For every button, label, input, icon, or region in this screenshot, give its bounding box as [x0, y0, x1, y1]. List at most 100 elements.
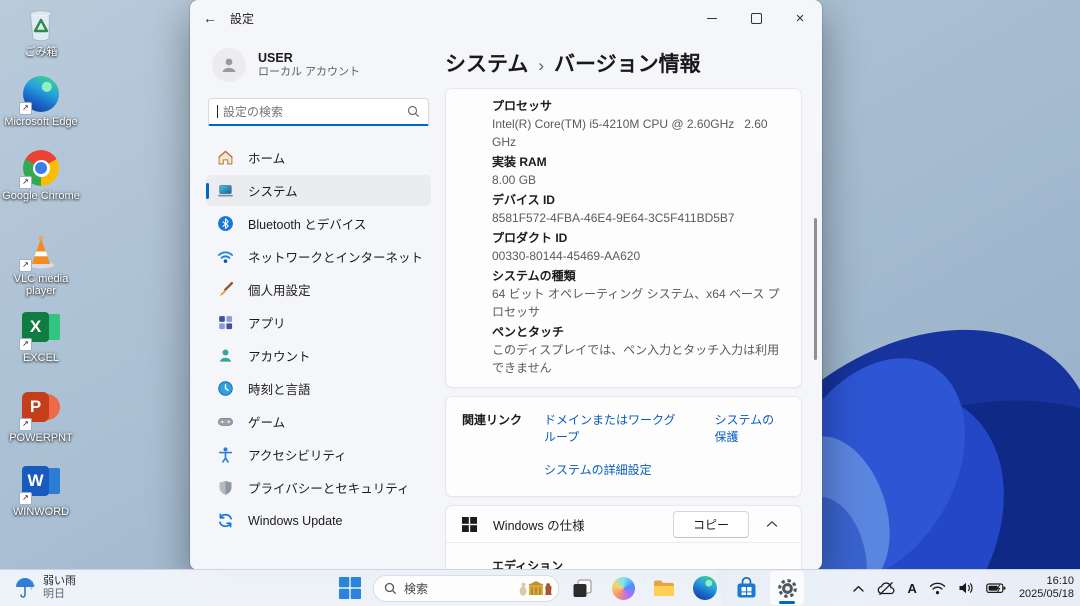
related-links-card: 関連リンク ドメインまたはワークグループ システムの保護 システムの詳細設定 — [445, 396, 802, 497]
breadcrumb-separator-icon: › — [538, 56, 544, 76]
spec-label: システムの種類 — [492, 267, 785, 285]
shortcut-arrow-icon — [19, 259, 32, 272]
settings-search-input[interactable] — [221, 104, 407, 120]
user-account-type: ローカル アカウント — [258, 66, 360, 79]
sidebar-item-label: Windows Update — [248, 514, 343, 528]
spec-row: プロダクト ID00330-80144-45469-AA620 — [492, 229, 785, 265]
desktop-icon-edge[interactable]: Microsoft Edge — [2, 76, 80, 128]
sidebar-item-time-language[interactable]: 時刻と言語 — [206, 373, 431, 404]
volume-button[interactable] — [955, 573, 977, 603]
sidebar-item-system[interactable]: システム — [206, 175, 431, 206]
settings-content: システム › バージョン情報 プロセッサIntel(R) Core(TM) i5… — [443, 36, 822, 570]
taskbar-search-box[interactable]: 検索 — [373, 575, 559, 602]
gear-icon — [776, 577, 799, 600]
collapse-button[interactable] — [757, 511, 787, 538]
spec-value: 8581F572-4FBA-46E4-9E64-3C5F411BD5B7 — [492, 209, 785, 227]
copilot-icon — [612, 577, 635, 600]
recycle-bin-icon — [21, 6, 61, 44]
desktop-icon-word[interactable]: W WINWORD — [2, 464, 80, 518]
sidebar-item-network-internet[interactable]: ネットワークとインターネット — [206, 241, 431, 272]
shortcut-arrow-icon — [19, 418, 32, 431]
vlc-icon — [21, 233, 61, 271]
excel-icon: X — [21, 312, 61, 350]
copilot-button[interactable] — [605, 570, 641, 606]
scrollbar-thumb[interactable] — [814, 218, 817, 360]
minimize-button[interactable] — [690, 0, 734, 36]
spec-label: 実装 RAM — [492, 153, 785, 171]
sidebar-item-accounts[interactable]: アカウント — [206, 340, 431, 371]
spec-row: 実装 RAM8.00 GB — [492, 153, 785, 189]
tray-overflow-button[interactable] — [849, 573, 868, 603]
battery-button[interactable] — [983, 573, 1009, 603]
chrome-icon — [21, 150, 61, 188]
desktop-icon-vlc[interactable]: VLC media player — [2, 233, 80, 297]
desktop-icon-recycle-bin[interactable]: ごみ箱 — [2, 6, 80, 58]
windows-start-icon — [339, 577, 361, 599]
sidebar-item-label: アクセシビリティ — [248, 445, 347, 464]
desktop-icon-excel[interactable]: X EXCEL — [2, 310, 80, 364]
clock[interactable]: 16:10 2025/05/18 — [1019, 575, 1074, 601]
search-icon — [407, 105, 420, 118]
link-domain-or-workgroup[interactable]: ドメインまたはワークグループ — [544, 411, 685, 445]
text-caret — [217, 105, 218, 118]
word-icon: W — [21, 466, 61, 504]
wifi-icon — [929, 582, 946, 595]
maximize-button[interactable] — [734, 0, 778, 36]
search-icon — [384, 582, 397, 595]
file-explorer-button[interactable] — [646, 570, 682, 606]
edge-button[interactable] — [687, 570, 723, 606]
back-button[interactable]: ← — [190, 10, 230, 26]
weather-when: 明日 — [43, 588, 76, 601]
copy-button[interactable]: コピー — [673, 511, 749, 538]
link-advanced-system-settings[interactable]: システムの詳細設定 — [544, 461, 652, 478]
sidebar-item-gaming[interactable]: ゲーム — [206, 406, 431, 437]
sidebar-item-label: Bluetooth とデバイス — [248, 214, 366, 233]
onedrive-status-button[interactable] — [874, 573, 899, 603]
settings-search-box[interactable] — [208, 98, 429, 126]
sidebar-item-privacy-security[interactable]: プライバシーとセキュリティ — [206, 472, 431, 503]
bluetooth-icon — [217, 215, 234, 232]
settings-app-button[interactable] — [769, 570, 805, 606]
sidebar-item-apps[interactable]: アプリ — [206, 307, 431, 338]
sidebar-item-label: アカウント — [248, 346, 311, 365]
windows-spec-header: Windows の仕様 コピー — [446, 506, 801, 542]
sidebar-item-home[interactable]: ホーム — [206, 142, 431, 173]
settings-sidebar: USER ローカル アカウント ホーム システム — [190, 36, 443, 570]
desktop-icon-powerpoint[interactable]: P POWERPNT — [2, 390, 80, 444]
breadcrumb-parent[interactable]: システム — [445, 48, 528, 78]
user-account-card[interactable]: USER ローカル アカウント — [206, 44, 431, 86]
desktop-icon-label: Microsoft Edge — [2, 116, 80, 128]
sidebar-item-windows-update[interactable]: Windows Update — [206, 505, 431, 536]
task-view-button[interactable] — [564, 570, 600, 606]
spec-label: ペンとタッチ — [492, 323, 785, 341]
speaker-icon — [958, 581, 974, 595]
window-title: 設定 — [230, 10, 254, 27]
titlebar[interactable]: ← 設定 × — [190, 0, 822, 36]
ime-mode-button[interactable]: A — [905, 573, 920, 603]
desktop-icon-label: VLC media player — [2, 273, 80, 297]
breadcrumb: システム › バージョン情報 — [445, 48, 802, 80]
microsoft-store-button[interactable] — [728, 570, 764, 606]
home-icon — [217, 149, 234, 166]
desktop-icon-chrome[interactable]: Google Chrome — [2, 150, 80, 202]
sidebar-item-personalization[interactable]: 個人用設定 — [206, 274, 431, 305]
start-button[interactable] — [332, 570, 368, 606]
sidebar-item-accessibility[interactable]: アクセシビリティ — [206, 439, 431, 470]
desktop-icon-label: ごみ箱 — [2, 46, 80, 58]
desktop-icon-label: Google Chrome — [2, 190, 80, 202]
windows-spec-body: エディションWindows 11 Pro バージョン24H2 インストール日 — [446, 542, 801, 570]
shortcut-arrow-icon — [19, 492, 32, 505]
spec-value: Intel(R) Core(TM) i5-4210M CPU @ 2.60GHz… — [492, 115, 785, 151]
close-button[interactable]: × — [778, 0, 822, 36]
widgets-weather-button[interactable]: 弱い雨 明日 — [8, 570, 82, 606]
link-system-protection[interactable]: システムの保護 — [715, 411, 785, 445]
apps-icon — [217, 314, 234, 331]
clock-globe-icon — [217, 380, 234, 397]
system-icon — [217, 182, 234, 199]
shortcut-arrow-icon — [19, 338, 32, 351]
close-icon: × — [796, 11, 805, 26]
store-icon — [735, 577, 758, 600]
wifi-status-button[interactable] — [926, 573, 949, 603]
sidebar-item-bluetooth-devices[interactable]: Bluetooth とデバイス — [206, 208, 431, 239]
wifi-icon — [217, 248, 234, 265]
